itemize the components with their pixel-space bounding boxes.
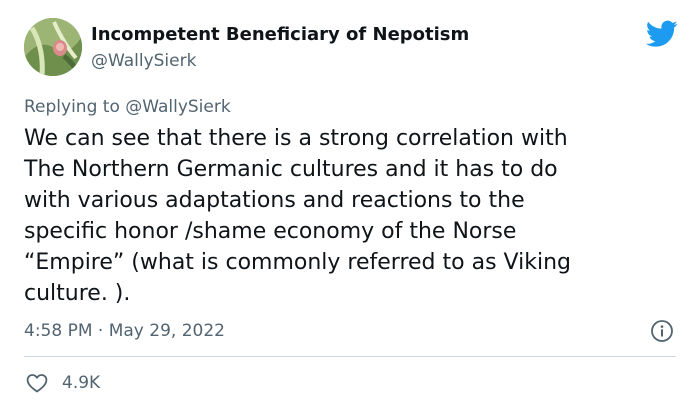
like-count[interactable]: 4.9K [62, 372, 100, 394]
avatar-image [24, 18, 82, 76]
tweet-card: Incompetent Beneficiary of Nepotism @Wal… [0, 0, 700, 410]
tweet-time: 4:58 PM [24, 321, 93, 341]
tweet-date: May 29, 2022 [108, 321, 225, 341]
info-icon[interactable] [650, 319, 674, 343]
author-handle[interactable]: @WallySierk [91, 50, 196, 72]
heart-icon[interactable] [25, 371, 49, 395]
timestamp-separator: · [92, 321, 109, 341]
replying-to: Replying to @WallySierk [24, 96, 231, 118]
replying-prefix: Replying to [24, 97, 126, 117]
author-display-name[interactable]: Incompetent Beneficiary of Nepotism [91, 24, 469, 46]
divider [24, 356, 676, 357]
avatar[interactable] [24, 18, 82, 76]
tweet-timestamp[interactable]: 4:58 PM · May 29, 2022 [24, 320, 225, 342]
replying-to-handle-link[interactable]: @WallySierk [125, 97, 230, 117]
twitter-logo-icon[interactable] [645, 20, 678, 48]
tweet-text: We can see that there is a strong correl… [24, 126, 571, 306]
